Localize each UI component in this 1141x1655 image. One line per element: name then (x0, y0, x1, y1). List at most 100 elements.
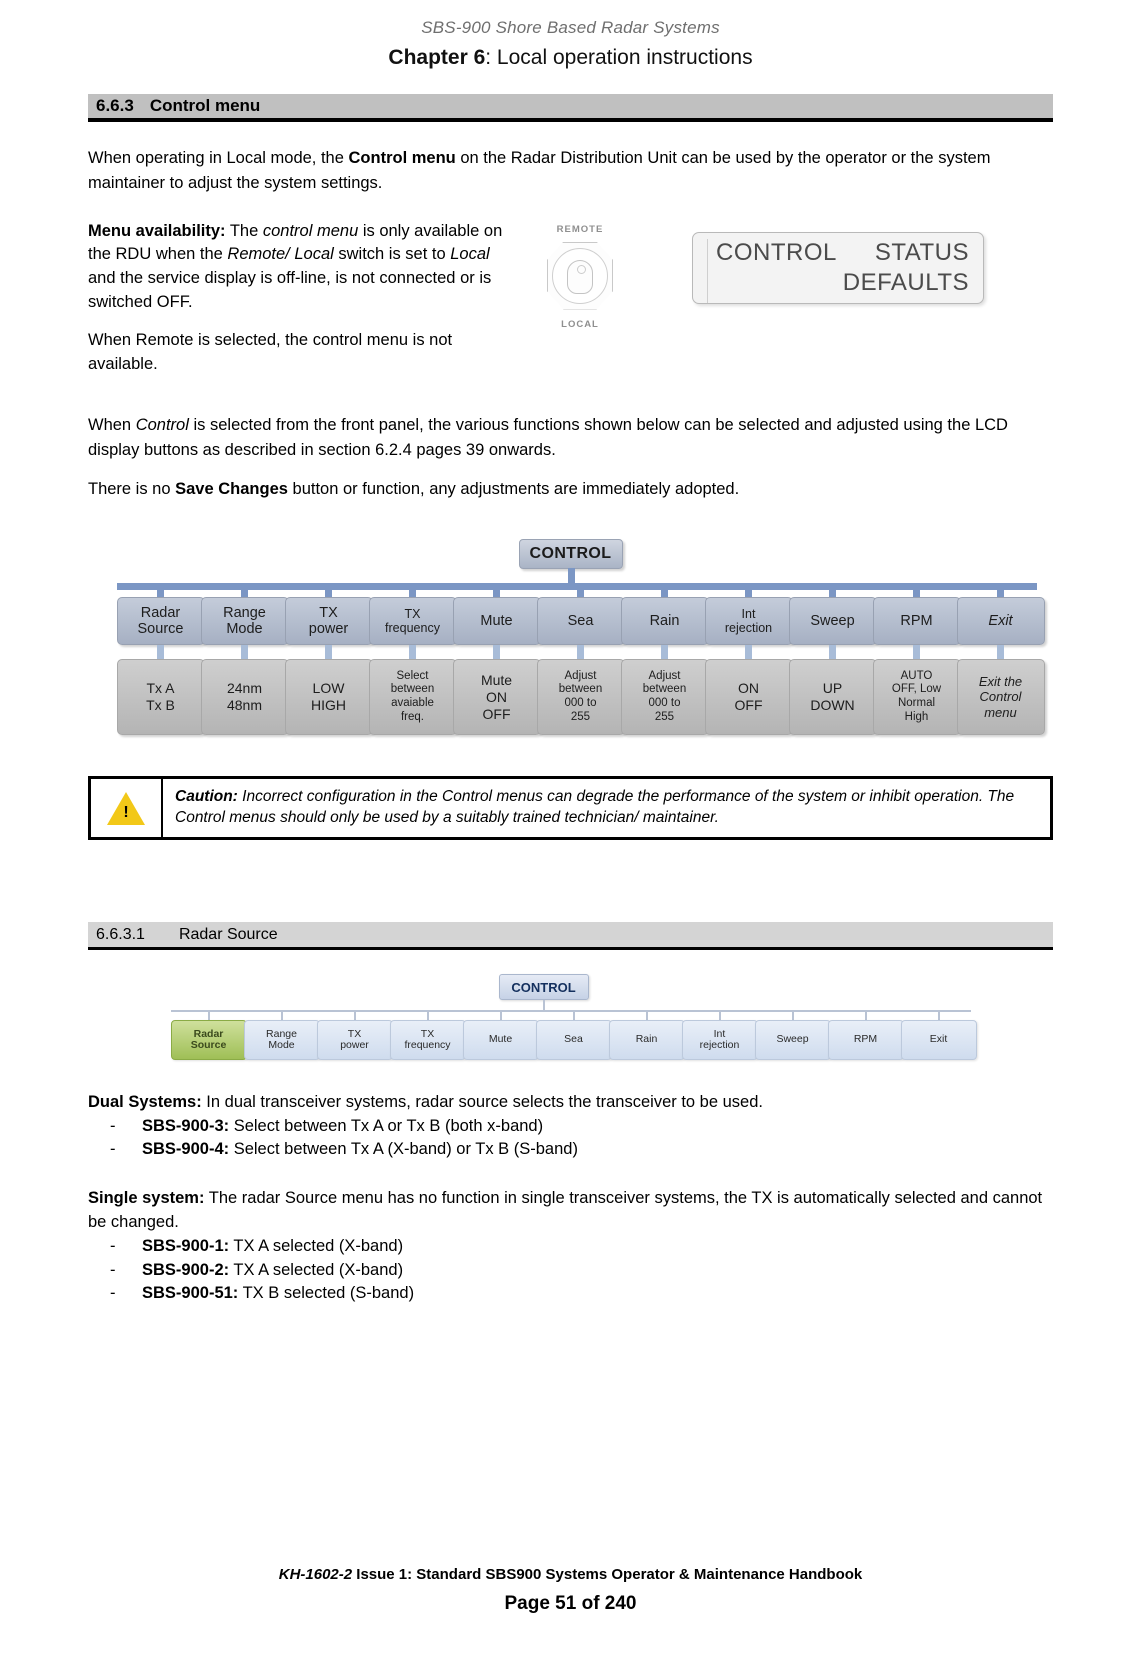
flow-node-leaf-connector (829, 645, 836, 660)
flow-branch-5: Sea Adjust between 000 to 255 (536, 583, 625, 736)
subsection-heading-66311: 6.6.3.1 Radar Source (88, 922, 1053, 951)
mini-node-tx-power: TX power (316, 1020, 393, 1061)
mini-drop-connector (572, 1010, 575, 1021)
availability-paragraph: Menu availability: The control menu is o… (88, 220, 518, 316)
flow-node-rpm: RPM (872, 597, 961, 646)
mini-drop-connector (426, 1010, 429, 1021)
flow-leaf-tx-power: LOW HIGH (284, 659, 373, 736)
bullet-text: SBS-900-1: TX A selected (X-band) (142, 1235, 403, 1258)
caution-box: Caution: Incorrect configuration in the … (88, 776, 1053, 841)
flow-node-range-mode: Range Mode (200, 597, 289, 646)
flow-branch-0: Radar Source Tx A Tx B (116, 583, 205, 736)
availability-i1: control menu (262, 221, 359, 240)
caution-icon-cell (91, 779, 163, 838)
bullet-model-label: SBS-900-4: (142, 1140, 230, 1159)
flow-drop-connector (241, 583, 248, 598)
bullet-model-label: SBS-900-51: (142, 1284, 239, 1303)
mini-node-sea: Sea (535, 1020, 612, 1061)
bullet-dash: - (110, 1260, 116, 1279)
mini-drop-connector (280, 1010, 283, 1021)
menu-availability-row: Menu availability: The control menu is o… (88, 220, 1053, 378)
mini-node-mute: Mute (462, 1020, 539, 1061)
flow-leaf-range-mode: 24nm 48nm (200, 659, 289, 736)
save-para-bold: Save Changes (175, 479, 288, 498)
bullet-dash: - (110, 1284, 116, 1303)
single-bullet-item: - SBS-900-2: TX A selected (X-band) (88, 1259, 1053, 1282)
flow-node-leaf-connector (493, 645, 500, 660)
flow-node-radar-source: Radar Source (116, 597, 205, 646)
mini-node-int-rejection: Int rejection (681, 1020, 758, 1061)
control-para-text: When Control is selected from the front … (88, 413, 1053, 463)
bullet-model-label: SBS-900-2: (142, 1260, 230, 1279)
switch-knob-icon (567, 259, 593, 294)
dual-systems-block: Dual Systems: In dual transceiver system… (88, 1090, 1053, 1162)
lcd-row-second: DEFAULTS (716, 269, 969, 297)
flow-drop-connector (745, 583, 752, 598)
mini-drop-connector (353, 1010, 356, 1021)
footer-reference-line: KH-1602-2 Issue 1: Standard SBS900 Syste… (0, 1566, 1141, 1583)
dual-systems-label: Dual Systems: (88, 1093, 202, 1112)
dual-systems-bullets: - SBS-900-3: Select between Tx A or Tx B … (88, 1115, 1053, 1162)
flow-drop-connector (325, 583, 332, 598)
section-number: 6.6.3 (96, 96, 134, 115)
flow-node-int-rejection: Int rejection (704, 597, 793, 646)
flow-node-sea: Sea (536, 597, 625, 646)
dual-systems-paragraph: Dual Systems: In dual transceiver system… (88, 1090, 1053, 1115)
intro-text-bold: Control menu (348, 149, 456, 167)
mini-node-range-mode: Range Mode (243, 1020, 320, 1061)
lcd-legend-panel: CONTROL STATUS DEFAULTS (692, 231, 984, 304)
mini-root-stem (542, 1000, 545, 1011)
flow-branch-6: Rain Adjust between 000 to 255 (620, 583, 709, 736)
availability-i3: Local (450, 245, 490, 264)
bullet-description: TX A selected (X-band) (229, 1260, 404, 1279)
mini-node-rain: Rain (608, 1020, 685, 1061)
control-para-a: When (88, 416, 136, 435)
figure-group: REMOTE LOCAL CONTROL STATUS DEFAULTS (518, 220, 1053, 330)
switch-icon (541, 238, 619, 316)
flow-branch-8: Sweep UP DOWN (788, 583, 877, 736)
footer-doc-ref: KH-1602-2 (278, 1566, 353, 1583)
subsection-title: Radar Source (178, 925, 278, 943)
flow-leaf-sweep: UP DOWN (788, 659, 877, 736)
mini-drop-connector (718, 1010, 721, 1021)
flow-node-exit: Exit (956, 597, 1045, 646)
caution-text: Caution: Incorrect configuration in the … (163, 779, 1050, 837)
document-title: SBS-900 Shore Based Radar Systems (421, 18, 720, 37)
single-system-bullets: - SBS-900-1: TX A selected (X-band) - SBS-9… (88, 1235, 1053, 1305)
mini-root-control: CONTROL (498, 974, 589, 1001)
page-footer: KH-1602-2 Issue 1: Standard SBS900 Syste… (0, 1566, 1141, 1615)
mini-branch-10: Exit (900, 1010, 977, 1061)
bullet-text: SBS-900-51: TX B selected (S-band) (142, 1282, 414, 1305)
menu-availability-text: Menu availability: The control menu is o… (88, 220, 518, 378)
lcd-label-control: CONTROL (716, 238, 837, 266)
flow-leaf-int-rejection: ON OFF (704, 659, 793, 736)
flow-root-stem (567, 568, 575, 585)
lcd-label-defaults: DEFAULTS (842, 268, 969, 296)
footer-issue: Issue 1: Standard SBS900 Systems Operato… (352, 1566, 863, 1583)
lcd-inner-frame: CONTROL STATUS DEFAULTS (707, 238, 969, 303)
flow-leaf-radar-source: Tx A Tx B (116, 659, 205, 736)
control-selected-paragraph: When Control is selected from the front … (88, 413, 1053, 501)
flow-leaf-sea: Adjust between 000 to 255 (536, 659, 625, 736)
lcd-row-first: CONTROL STATUS (716, 239, 969, 267)
chapter-title: : Local operation instructions (485, 46, 753, 69)
bullet-text: SBS-900-2: TX A selected (X-band) (142, 1259, 403, 1282)
intro-paragraph: When operating in Local mode, the Contro… (88, 146, 1053, 196)
lcd-label-status: STATUS (874, 238, 969, 266)
chapter-heading: Chapter 6: Local operation instructions (0, 46, 1141, 70)
dual-bullet-item: - SBS-900-4: Select between Tx A (X-band)… (88, 1138, 1053, 1161)
flow-branch-2: TX power LOW HIGH (284, 583, 373, 736)
bullet-text: SBS-900-4: Select between Tx A (X-band) … (142, 1138, 578, 1161)
flow-drop-connector (493, 583, 500, 598)
radar-source-mini-diagram: CONTROL Radar Source Range Mode TX power TX… (131, 974, 1011, 1066)
availability-i2: Remote/ Local (227, 245, 334, 264)
flow-node-leaf-connector (661, 645, 668, 660)
flow-node-leaf-connector (409, 645, 416, 660)
bullet-description: Select between Tx A or Tx B (both x-band… (229, 1116, 544, 1135)
availability-label: Menu availability: (88, 221, 226, 240)
flow-leaf-mute: Mute ON OFF (452, 659, 541, 736)
flow-leaf-tx-frequency: Select between avaiable freq. (368, 659, 457, 736)
bullet-description: TX B selected (S-band) (238, 1284, 415, 1303)
intro-text-a: When operating in Local mode, the (88, 149, 349, 167)
flow-branch-4: Mute Mute ON OFF (452, 583, 541, 736)
